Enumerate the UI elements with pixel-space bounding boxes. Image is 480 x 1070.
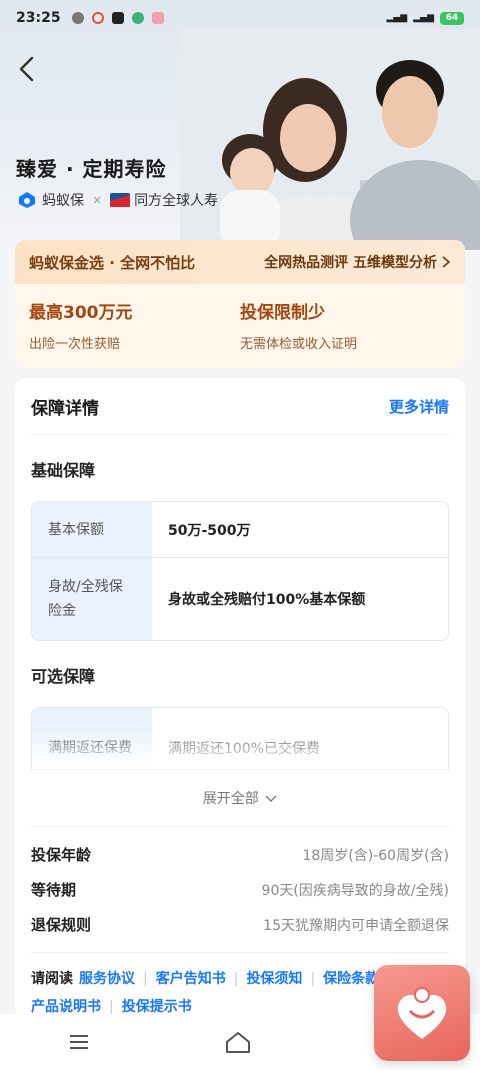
row-value: 满期返还100%已交保费 — [168, 741, 321, 757]
promo-tagline: 蚂蚁保金选 · 全网不怕比 — [29, 253, 196, 272]
brand-row: 蚂蚁保 × 同方全球人寿 — [18, 190, 218, 210]
chat-icon — [72, 12, 84, 24]
divider — [31, 826, 449, 827]
promo-banner[interactable]: 蚂蚁保金选 · 全网不怕比 全网热品测评 五维模型分析 最高300万元 出险一次… — [15, 240, 465, 368]
signal-icon-2: ▂▄▆ — [413, 13, 434, 23]
ant-insurance-logo — [19, 192, 35, 208]
promo-review-label: 全网热品测评 五维模型分析 — [264, 255, 437, 271]
chevron-down-icon — [265, 795, 277, 802]
info-key: 投保年龄 — [31, 846, 92, 864]
row-value: 50万-500万 — [168, 522, 251, 539]
separator: | — [143, 971, 148, 987]
separator: | — [310, 971, 316, 987]
row-value: 身故或全残赔付100%基本保额 — [168, 592, 366, 608]
system-icons: ▂▄▆ ▂▄▆ 64 — [386, 11, 464, 25]
info-row: 投保年龄 18周岁(含)-60周岁(含) — [15, 837, 465, 872]
expand-all-button[interactable]: 展开全部 — [15, 788, 465, 808]
promo-feature: 投保限制少 无需体检或收入证明 — [240, 298, 451, 352]
row-key: 满期返还保费 — [32, 708, 152, 769]
battery-icon: 64 — [440, 11, 464, 25]
separator: | — [233, 971, 239, 987]
clock: 23:25 — [16, 10, 61, 26]
more-details-link[interactable]: 更多详情 — [389, 396, 449, 417]
doc-link-notice[interactable]: 客户告知书 — [156, 971, 226, 987]
partner-logo — [110, 193, 131, 207]
ring-icon — [92, 12, 104, 24]
row-key: 身故/全残保险金 — [32, 558, 152, 640]
family-photo — [180, 30, 480, 250]
basic-coverage-title: 基础保障 — [31, 461, 96, 480]
basic-coverage-table: 基本保额 50万-500万 身故/全残保险金 身故或全残赔付100%基本保额 — [31, 501, 449, 641]
hero-banner — [0, 0, 480, 250]
optional-coverage-title: 可选保障 — [31, 667, 96, 686]
divider — [31, 434, 449, 435]
chevron-right-icon — [442, 256, 451, 268]
home-icon[interactable] — [224, 1030, 252, 1054]
info-value: 15天犹豫期内可申请全额退保 — [263, 917, 449, 934]
divider — [31, 769, 449, 770]
feature-title: 最高300万元 — [29, 303, 133, 323]
feature-sub: 无需体检或收入证明 — [240, 337, 358, 352]
brand-partner: 同方全球人寿 — [134, 193, 219, 209]
notification-icons — [72, 12, 164, 24]
signal-icon: ▂▄▆ — [386, 13, 408, 23]
separator: | — [109, 999, 114, 1015]
page-title: 臻爱 · 定期寿险 — [16, 157, 167, 181]
status-bar: 23:25 ▂▄▆ ▂▄▆ 64 — [0, 0, 480, 36]
doc-link-tips[interactable]: 投保提示书 — [122, 999, 192, 1015]
brand-ant: 蚂蚁保 — [42, 193, 84, 209]
row-key: 基本保额 — [32, 502, 152, 557]
back-icon[interactable] — [14, 54, 40, 84]
info-value: 90天(因疾病导致的身故/全残) — [261, 882, 449, 899]
heart-person-icon — [397, 987, 447, 1039]
tiktok-icon — [112, 12, 124, 24]
info-key: 退保规则 — [31, 916, 92, 934]
table-row: 身故/全残保险金 身故或全残赔付100%基本保额 — [32, 558, 448, 640]
shop-icon — [152, 12, 164, 24]
menu-icon[interactable] — [67, 1032, 91, 1052]
divider — [31, 952, 449, 953]
doc-link-instructions[interactable]: 投保须知 — [246, 971, 302, 987]
floating-assistant-button[interactable] — [374, 965, 470, 1061]
doc-link-product[interactable]: 产品说明书 — [31, 999, 101, 1015]
table-row: 基本保额 50万-500万 — [32, 502, 448, 558]
feature-title: 投保限制少 — [240, 303, 325, 323]
info-value: 18周岁(含)-60周岁(含) — [302, 847, 449, 864]
info-row: 等待期 90天(因疾病导致的身故/全残) — [15, 872, 465, 907]
info-row: 退保规则 15天犹豫期内可申请全额退保 — [15, 907, 465, 942]
promo-review-link[interactable]: 全网热品测评 五维模型分析 — [264, 252, 451, 272]
alarm-icon — [132, 12, 144, 24]
docs-label: 请阅读 — [31, 971, 73, 987]
coverage-card: 保障详情 更多详情 基础保障 基本保额 50万-500万 身故/全残保险金 身故… — [15, 378, 465, 1018]
coverage-title: 保障详情 — [31, 398, 99, 419]
brand-separator: × — [92, 193, 103, 207]
doc-link-terms[interactable]: 保险条款 — [323, 971, 379, 987]
doc-link-service[interactable]: 服务协议 — [79, 971, 135, 987]
feature-sub: 出险一次性获赔 — [29, 337, 121, 352]
optional-coverage-table: 满期返还保费 满期返还100%已交保费 — [31, 707, 449, 769]
promo-feature: 最高300万元 出险一次性获赔 — [29, 298, 240, 352]
expand-label: 展开全部 — [202, 791, 259, 807]
info-key: 等待期 — [31, 881, 77, 899]
